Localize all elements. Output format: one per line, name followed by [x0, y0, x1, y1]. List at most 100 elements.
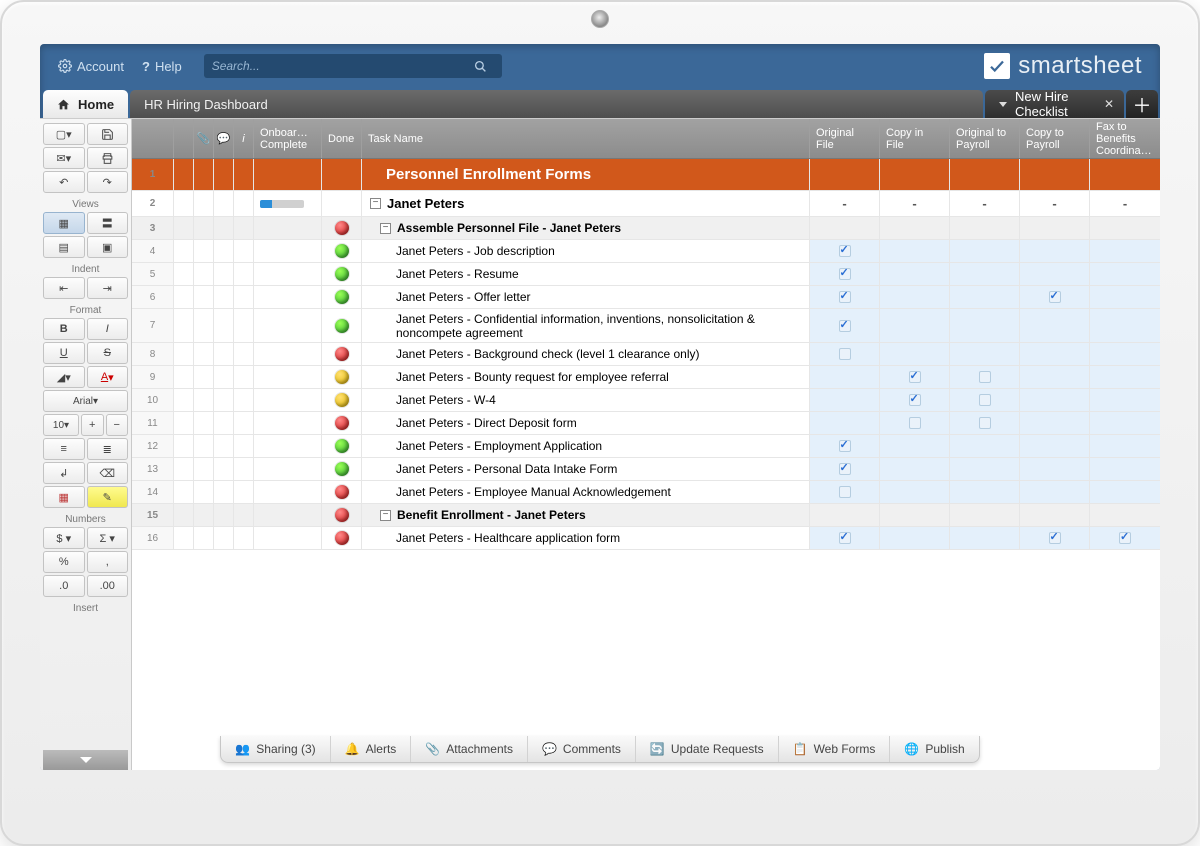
col-copy-payroll[interactable]: Copy to Payroll [1020, 119, 1090, 158]
checkbox-checked[interactable] [839, 320, 851, 332]
publish-button[interactable]: 🌐Publish [890, 736, 978, 762]
tab-active[interactable]: New Hire Checklist ✕ [985, 90, 1124, 118]
highlight-button[interactable]: ✎ [87, 486, 129, 508]
font-size-up[interactable]: + [81, 414, 104, 436]
increase-decimal-button[interactable]: .00 [87, 575, 129, 597]
rownum[interactable]: 11 [132, 412, 174, 434]
search-input[interactable] [204, 54, 474, 78]
attachments-button[interactable]: 📎Attachments [411, 736, 528, 762]
search-button[interactable] [474, 54, 502, 78]
rownum[interactable]: 3 [132, 217, 174, 239]
rownum[interactable]: 12 [132, 435, 174, 457]
table-row[interactable]: 7 Janet Peters - Confidential informatio… [132, 309, 1160, 343]
italic-button[interactable]: I [87, 318, 129, 340]
task-name[interactable]: Janet Peters - Background check (level 1… [362, 343, 810, 365]
calendar-view-button[interactable]: ▣ [87, 236, 129, 258]
rownum[interactable]: 7 [132, 309, 174, 342]
checkbox-checked[interactable] [1049, 532, 1061, 544]
decrease-decimal-button[interactable]: .0 [43, 575, 85, 597]
checkbox-unchecked[interactable] [979, 371, 991, 383]
collapse-icon[interactable]: − [380, 223, 391, 234]
table-row[interactable]: 14 Janet Peters - Employee Manual Acknow… [132, 481, 1160, 504]
thousands-button[interactable]: , [87, 551, 129, 573]
col-original-payroll[interactable]: Original to Payroll [950, 119, 1020, 158]
chevron-down-icon[interactable] [999, 102, 1007, 107]
rownum[interactable]: 15 [132, 504, 174, 526]
save-button[interactable] [87, 123, 129, 145]
table-row[interactable]: 16 Janet Peters - Healthcare application… [132, 527, 1160, 550]
checkbox-checked[interactable] [1119, 532, 1131, 544]
alerts-button[interactable]: 🔔Alerts [331, 736, 412, 762]
table-row[interactable]: 6 Janet Peters - Offer letter [132, 286, 1160, 309]
close-icon[interactable]: ✕ [1104, 97, 1114, 111]
rownum-header[interactable] [132, 119, 174, 158]
tab-dashboard[interactable]: HR Hiring Dashboard [130, 90, 983, 118]
align-left-button[interactable]: ≡ [43, 438, 85, 460]
rownum[interactable]: 10 [132, 389, 174, 411]
task-name[interactable]: Janet Peters - Offer letter [362, 286, 810, 308]
rownum[interactable]: 9 [132, 366, 174, 388]
rownum[interactable]: 4 [132, 240, 174, 262]
checkbox-unchecked[interactable] [839, 348, 851, 360]
fill-color-button[interactable]: ◢▾ [43, 366, 85, 388]
rownum[interactable]: 6 [132, 286, 174, 308]
col-task[interactable]: Task Name [362, 119, 810, 158]
group-row[interactable]: 3 −Assemble Personnel File - Janet Peter… [132, 217, 1160, 240]
sum-button[interactable]: Σ ▾ [87, 527, 129, 549]
web-forms-button[interactable]: 📋Web Forms [779, 736, 891, 762]
checkbox-unchecked[interactable] [979, 394, 991, 406]
gantt-view-button[interactable]: 〓 [87, 212, 129, 234]
checkbox-unchecked[interactable] [979, 417, 991, 429]
checkbox-unchecked[interactable] [839, 486, 851, 498]
checkbox-checked[interactable] [839, 532, 851, 544]
task-name[interactable]: Janet Peters - Direct Deposit form [362, 412, 810, 434]
expand-col[interactable] [174, 119, 194, 158]
rownum[interactable]: 13 [132, 458, 174, 480]
checkbox-checked[interactable] [839, 291, 851, 303]
rownum[interactable]: 14 [132, 481, 174, 503]
checkbox-checked[interactable] [1049, 291, 1061, 303]
checkbox-checked[interactable] [839, 245, 851, 257]
indent-button[interactable]: ⇥ [87, 277, 129, 299]
clear-format-button[interactable]: ⌫ [87, 462, 129, 484]
task-name[interactable]: Janet Peters - Personal Data Intake Form [362, 458, 810, 480]
underline-button[interactable]: U [43, 342, 85, 364]
redo-button[interactable]: ↷ [87, 171, 129, 193]
table-row[interactable]: 4 Janet Peters - Job description [132, 240, 1160, 263]
task-name[interactable]: Janet Peters - Confidential information,… [362, 309, 810, 342]
table-row[interactable]: 11 Janet Peters - Direct Deposit form [132, 412, 1160, 435]
outdent-button[interactable]: ⇤ [43, 277, 85, 299]
font-select[interactable]: Arial ▾ [43, 390, 128, 412]
info-col-header[interactable]: i [234, 119, 254, 158]
task-name[interactable]: Janet Peters - Employment Application [362, 435, 810, 457]
font-color-button[interactable]: A▾ [87, 366, 129, 388]
help-link[interactable]: ? Help [142, 59, 182, 74]
rownum[interactable]: 8 [132, 343, 174, 365]
table-row[interactable]: 9 Janet Peters - Bounty request for empl… [132, 366, 1160, 389]
mail-button[interactable]: ✉▾ [43, 147, 85, 169]
person-row[interactable]: 2 −Janet Peters ----- [132, 191, 1160, 217]
collapse-icon[interactable]: − [380, 510, 391, 521]
group-row[interactable]: 15 −Benefit Enrollment - Janet Peters [132, 504, 1160, 527]
task-name[interactable]: Janet Peters - Resume [362, 263, 810, 285]
update-requests-button[interactable]: 🔄Update Requests [636, 736, 779, 762]
col-onboard[interactable]: Onboar… Complete [254, 119, 322, 158]
checkbox-checked[interactable] [909, 394, 921, 406]
checkbox-checked[interactable] [839, 440, 851, 452]
bold-button[interactable]: B [43, 318, 85, 340]
rownum[interactable]: 16 [132, 527, 174, 549]
percent-button[interactable]: % [43, 551, 85, 573]
undo-button[interactable]: ↶ [43, 171, 85, 193]
print-button[interactable] [87, 147, 129, 169]
new-sheet-button[interactable]: ▢▾ [43, 123, 85, 145]
card-view-button[interactable]: ▤ [43, 236, 85, 258]
conditional-format-button[interactable]: ▦ [43, 486, 85, 508]
tab-home[interactable]: Home [43, 90, 128, 118]
align-top-button[interactable]: ≣ [87, 438, 129, 460]
grid-body[interactable]: 1 Personnel Enrollment Forms 2 −Janet Pe… [132, 159, 1160, 770]
grid-view-button[interactable]: ▦ [43, 212, 85, 234]
collapse-icon[interactable]: − [370, 198, 381, 209]
checkbox-checked[interactable] [839, 268, 851, 280]
table-row[interactable]: 10 Janet Peters - W-4 [132, 389, 1160, 412]
task-name[interactable]: Janet Peters - W-4 [362, 389, 810, 411]
